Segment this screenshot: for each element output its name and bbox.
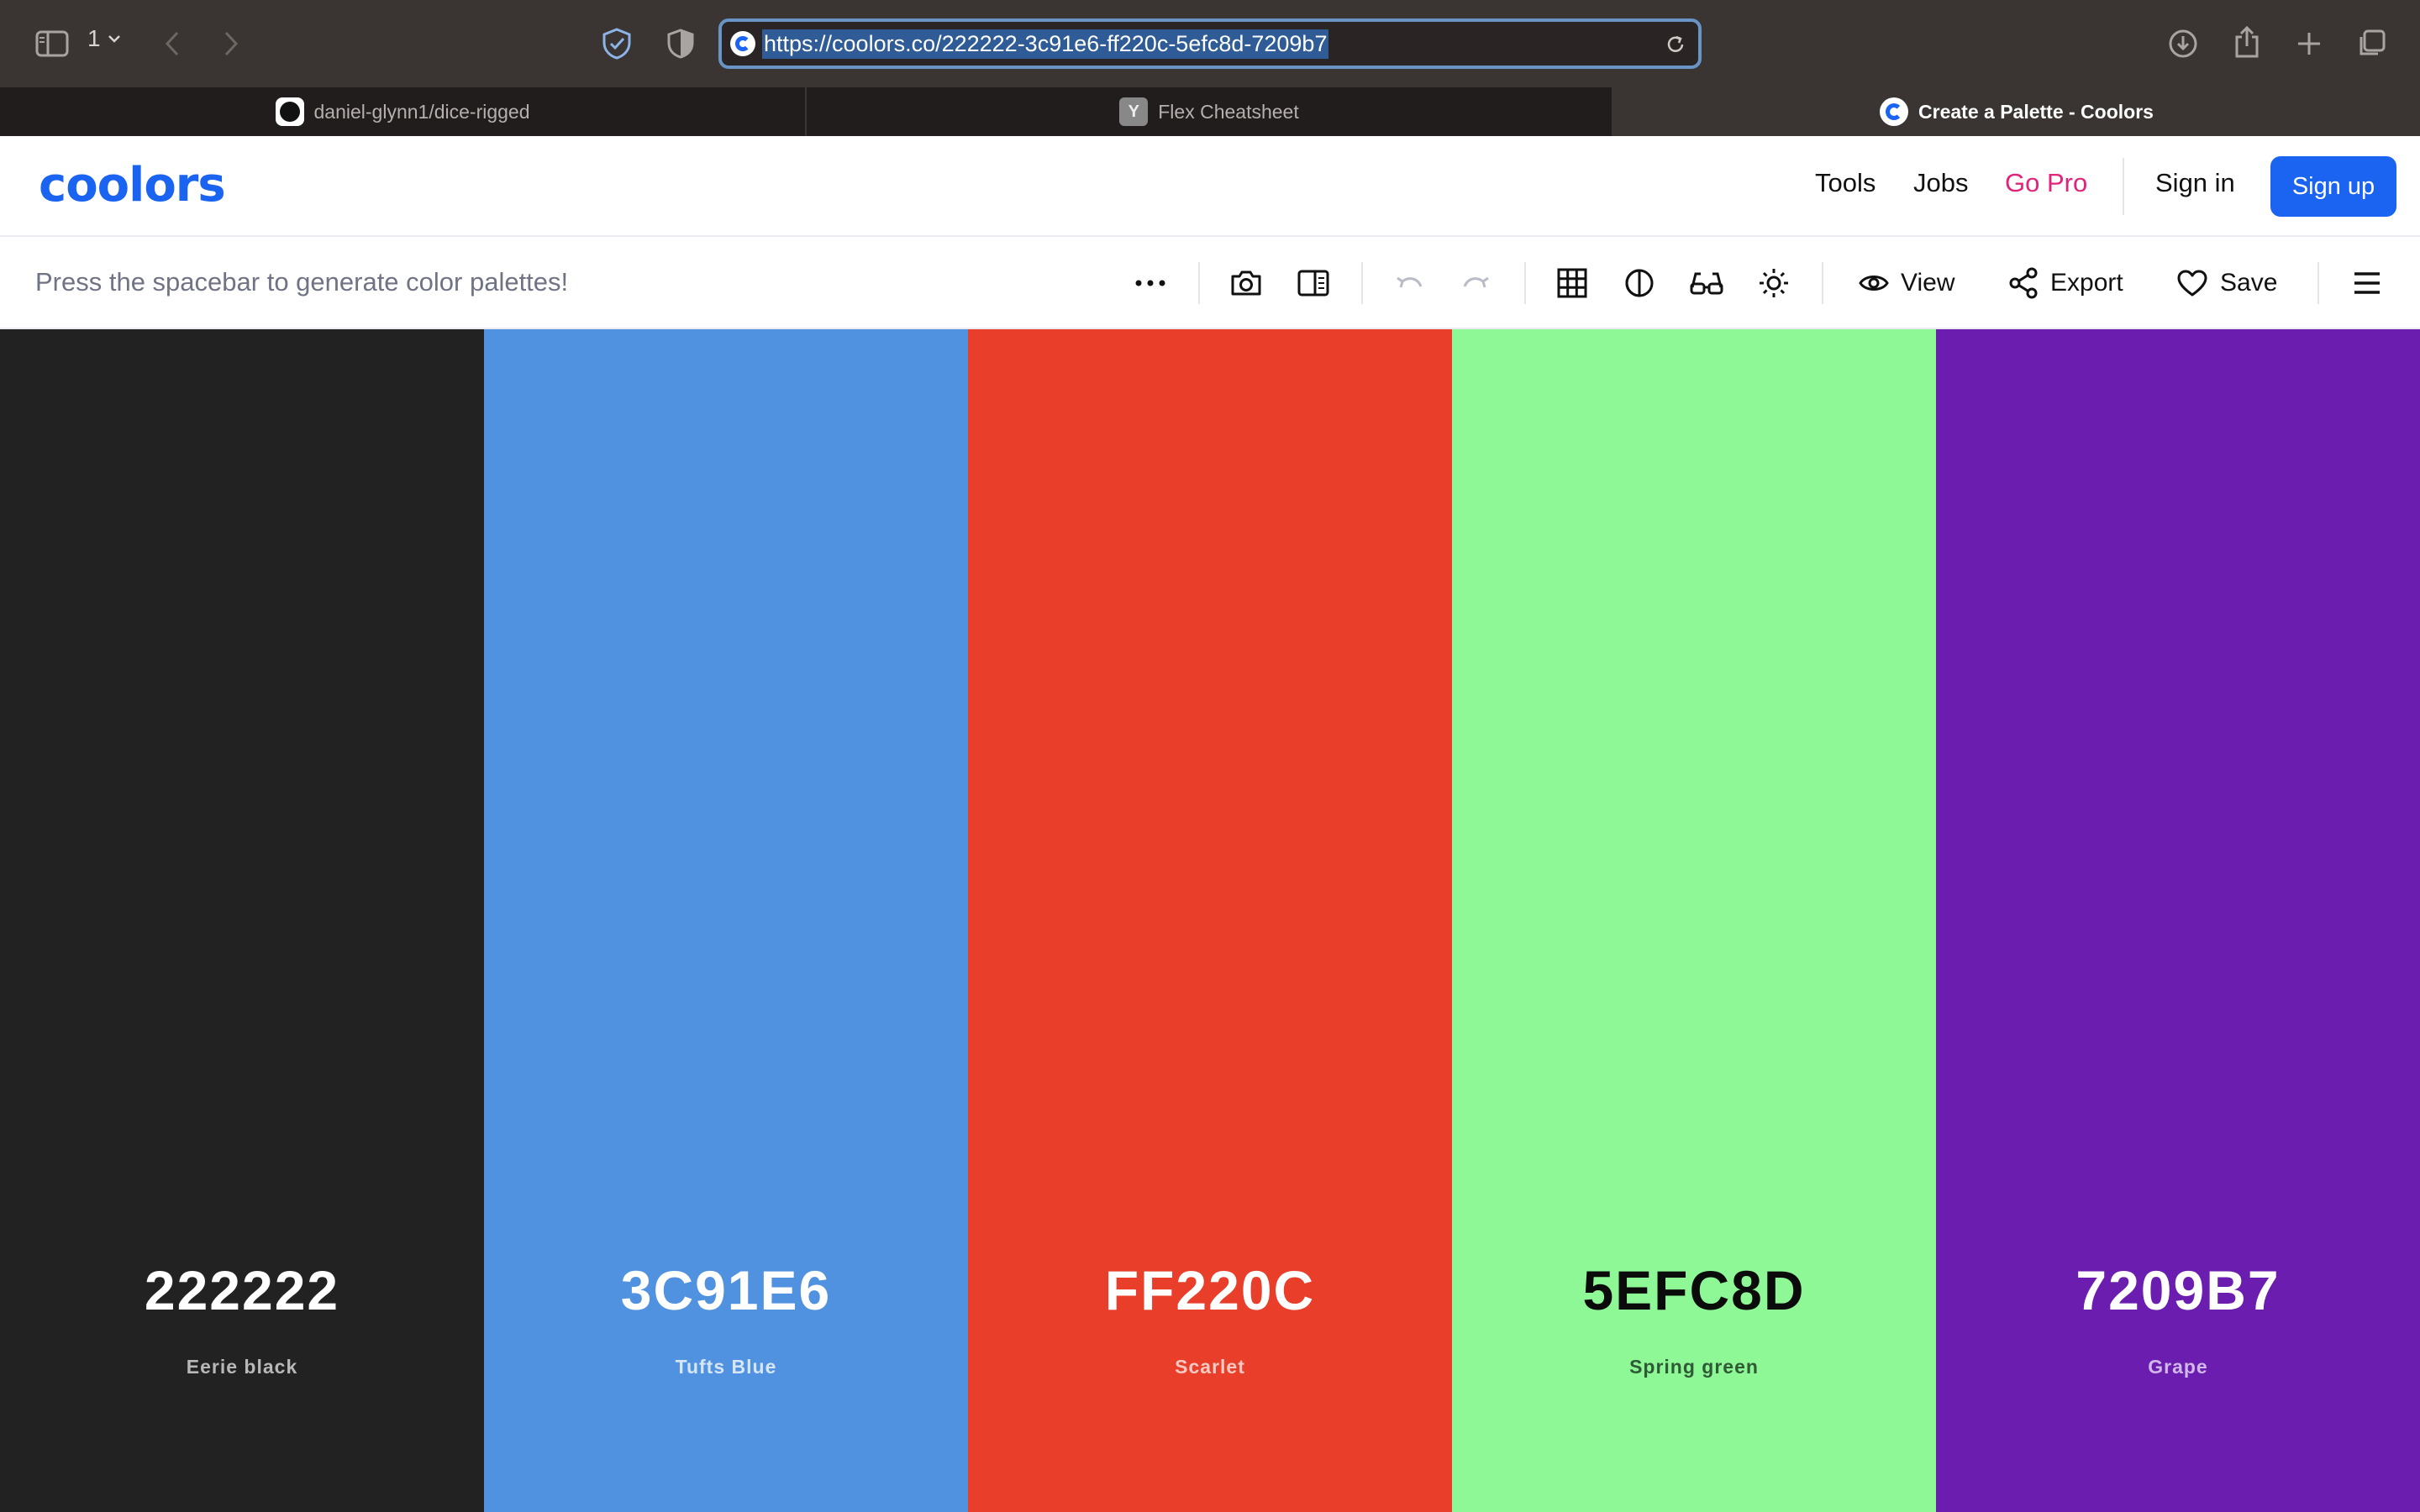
nav-tools[interactable]: Tools <box>1815 168 1876 198</box>
grid-icon[interactable] <box>1551 262 1593 304</box>
color-name: Scarlet <box>1175 1356 1245 1378</box>
toolbar-separator <box>1198 262 1200 304</box>
redo-icon[interactable] <box>1455 262 1497 304</box>
more-options-icon[interactable] <box>1129 262 1171 304</box>
color-name: Spring green <box>1629 1356 1759 1378</box>
toolbar-separator <box>1822 262 1823 304</box>
y-icon: Y <box>1119 97 1149 126</box>
forward-arrow-icon[interactable] <box>218 25 244 62</box>
tab-overview-icon[interactable] <box>2353 25 2390 62</box>
chevron-down-icon <box>108 35 120 43</box>
half-shield-icon[interactable] <box>662 25 699 62</box>
tab-title: daniel-glynn1/dice-rigged <box>313 100 530 123</box>
save-label: Save <box>2220 269 2278 297</box>
toolbar-separator <box>1524 262 1526 304</box>
toolbar-separator <box>2317 262 2319 304</box>
palette-toolbar: Press the spacebar to generate color pal… <box>0 237 2420 329</box>
new-tab-plus-icon[interactable] <box>2291 25 2328 62</box>
tab-title: Create a Palette - Coolors <box>1918 100 2154 123</box>
heart-icon <box>2177 270 2207 297</box>
tab-create-palette[interactable]: Create a Palette - Coolors <box>1613 87 2420 136</box>
sun-icon[interactable] <box>1753 262 1795 304</box>
coolors-icon <box>1880 97 1909 126</box>
tab-count-label: 1 <box>87 25 101 51</box>
side-panel-icon[interactable] <box>1292 262 1334 304</box>
hamburger-menu-icon[interactable] <box>2346 262 2388 304</box>
hex-code[interactable]: FF220C <box>968 1258 1452 1322</box>
github-icon <box>275 97 304 126</box>
share-icon[interactable] <box>2228 24 2265 60</box>
undo-icon[interactable] <box>1388 262 1430 304</box>
color-swatch[interactable]: 7209B7 Grape <box>1936 329 2420 1512</box>
hex-code[interactable]: 222222 <box>0 1258 484 1322</box>
tab-group-selector[interactable]: 1 <box>87 25 121 52</box>
back-arrow-icon[interactable] <box>160 25 185 62</box>
export-button[interactable]: Export <box>2008 262 2123 304</box>
privacy-shield-icon[interactable] <box>598 25 635 62</box>
generate-hint: Press the spacebar to generate color pal… <box>35 267 569 297</box>
reload-icon[interactable] <box>1665 34 1686 55</box>
color-palette: 222222 Eerie black 3C91E6 Tufts Blue FF2… <box>0 329 2420 1512</box>
tab-title: Flex Cheatsheet <box>1158 100 1299 123</box>
contrast-icon[interactable] <box>1618 262 1660 304</box>
site-header: coolors Tools Jobs Go Pro Sign in Sign u… <box>0 136 2420 237</box>
glasses-icon[interactable] <box>1686 262 1728 304</box>
browser-toolbar: 1 https://coolors.co/222222-3c91e6-ff220… <box>0 0 2420 87</box>
hex-code[interactable]: 5EFC8D <box>1452 1258 1936 1322</box>
sidebar-toggle-icon[interactable] <box>32 25 72 62</box>
download-icon[interactable] <box>2165 25 2202 62</box>
coolors-logo[interactable]: coolors <box>39 158 226 213</box>
color-name: Eerie black <box>186 1356 298 1378</box>
sign-in-link[interactable]: Sign in <box>2155 168 2235 198</box>
nav-divider <box>2123 158 2124 215</box>
nav-go-pro[interactable]: Go Pro <box>2005 168 2087 198</box>
tab-strip: daniel-glynn1/dice-rigged Y Flex Cheatsh… <box>0 87 2420 136</box>
hex-code[interactable]: 7209B7 <box>1936 1258 2420 1322</box>
tab-flex-cheatsheet[interactable]: Y Flex Cheatsheet <box>807 87 1613 136</box>
toolbar-separator <box>1361 262 1363 304</box>
view-label: View <box>1901 269 1955 297</box>
color-swatch[interactable]: 3C91E6 Tufts Blue <box>484 329 968 1512</box>
sign-up-button[interactable]: Sign up <box>2270 156 2396 217</box>
view-button[interactable]: View <box>1859 262 1954 304</box>
color-swatch[interactable]: 222222 Eerie black <box>0 329 484 1512</box>
eye-icon <box>1859 276 1889 291</box>
color-name: Grape <box>2148 1356 2208 1378</box>
color-swatch[interactable]: 5EFC8D Spring green <box>1452 329 1936 1512</box>
tab-dice-rigged[interactable]: daniel-glynn1/dice-rigged <box>0 87 807 136</box>
nav-jobs[interactable]: Jobs <box>1913 168 1968 198</box>
url-text: https://coolors.co/222222-3c91e6-ff220c-… <box>762 29 1329 59</box>
color-swatch[interactable]: FF220C Scarlet <box>968 329 1452 1512</box>
share-nodes-icon <box>2009 267 2038 299</box>
site-favicon-icon <box>730 31 755 56</box>
save-button[interactable]: Save <box>2176 262 2277 304</box>
address-bar[interactable]: https://coolors.co/222222-3c91e6-ff220c-… <box>718 18 1702 69</box>
color-name: Tufts Blue <box>675 1356 777 1378</box>
camera-icon[interactable] <box>1225 262 1267 304</box>
export-label: Export <box>2050 269 2123 297</box>
hex-code[interactable]: 3C91E6 <box>484 1258 968 1322</box>
